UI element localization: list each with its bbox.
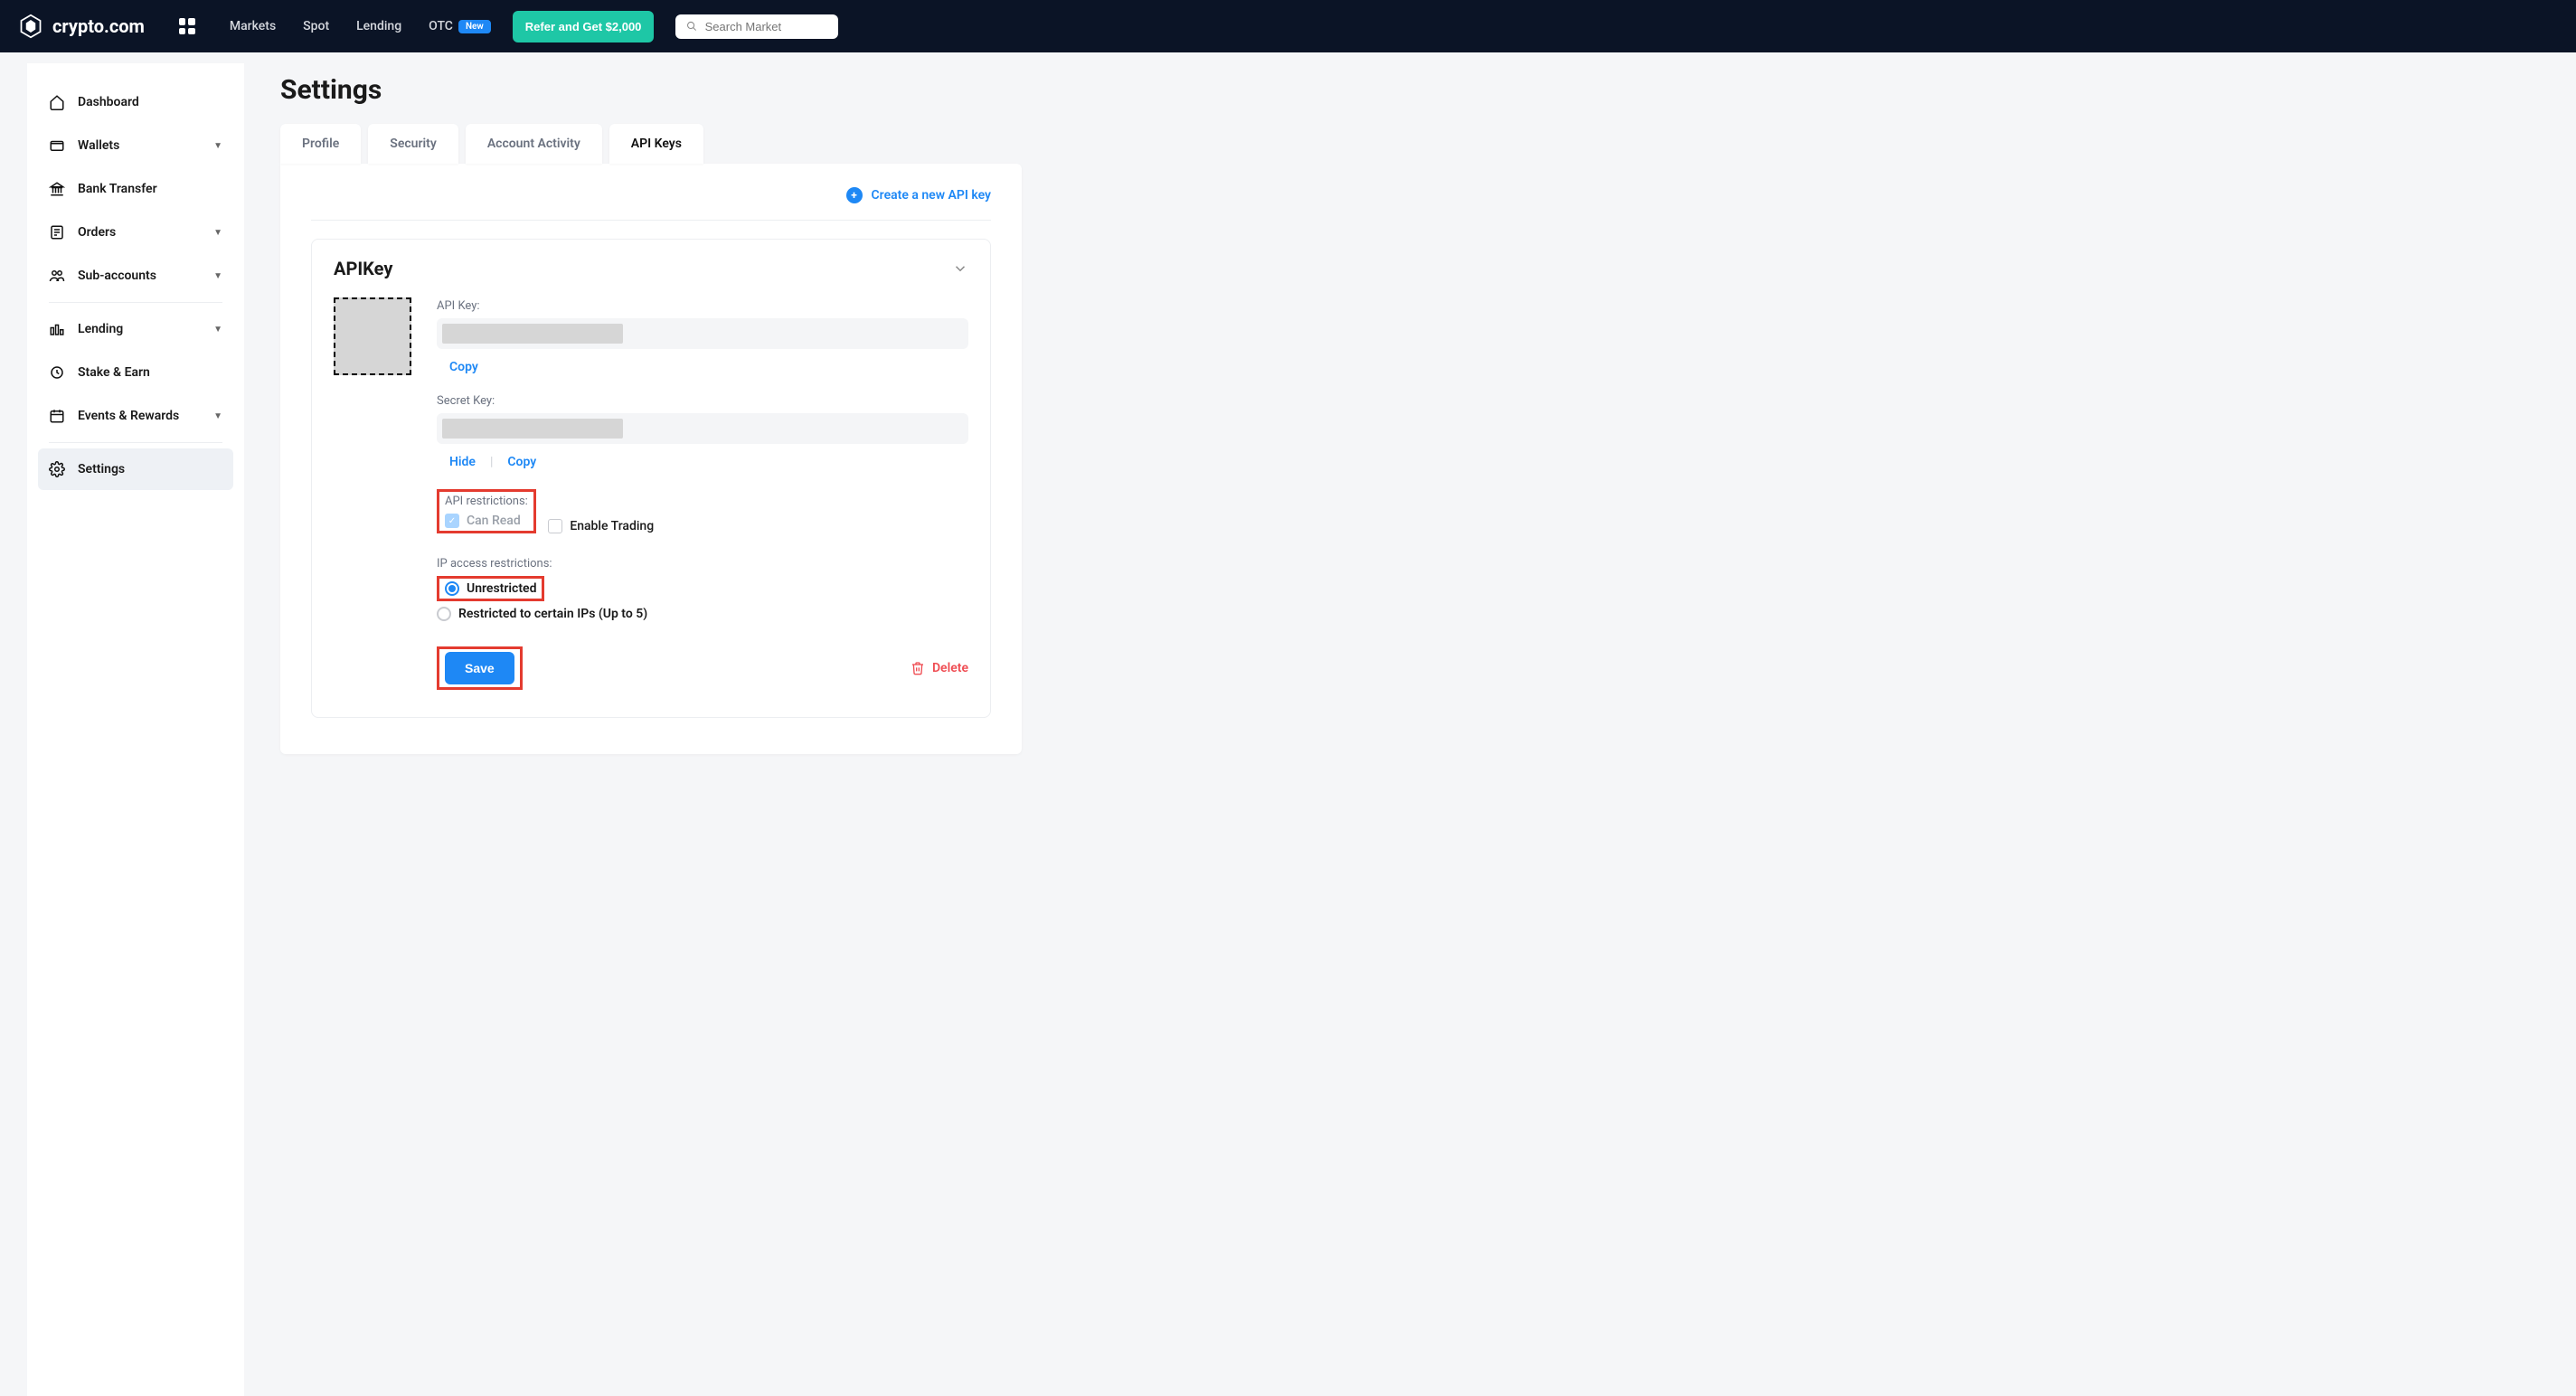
save-button[interactable]: Save [445, 652, 514, 684]
separator: | [490, 455, 493, 469]
create-api-key-link[interactable]: + Create a new API key [311, 187, 991, 221]
calendar-icon [49, 408, 65, 424]
users-icon [49, 268, 65, 284]
sidebar-label: Lending [78, 322, 123, 336]
brand-name: crypto.com [52, 15, 145, 37]
sidebar-item-bank-transfer[interactable]: Bank Transfer [38, 168, 233, 210]
sidebar-label: Orders [78, 225, 116, 240]
new-badge: New [458, 20, 491, 33]
sidebar-item-orders[interactable]: Orders ▼ [38, 212, 233, 253]
enable-trading-checkbox[interactable] [548, 519, 562, 533]
header-nav: Markets Spot Lending OTC New [230, 19, 491, 33]
copy-secret-link[interactable]: Copy [507, 455, 536, 469]
qr-code-image [334, 297, 411, 375]
chevron-down-icon: ▼ [213, 228, 222, 238]
chevron-down-icon: ▼ [213, 325, 222, 335]
lending-icon [49, 321, 65, 337]
can-read-label: Can Read [467, 514, 521, 528]
secret-key-masked-value [442, 419, 623, 439]
bank-icon [49, 181, 65, 197]
sidebar-label: Stake & Earn [78, 365, 150, 380]
nav-spot[interactable]: Spot [303, 19, 329, 33]
api-keys-panel: + Create a new API key APIKey API Key: [280, 164, 1022, 754]
sidebar-label: Events & Rewards [78, 409, 179, 423]
api-key-masked-value [442, 324, 623, 344]
top-bar: crypto.com Markets Spot Lending OTC New … [0, 0, 2576, 52]
sidebar-item-stake[interactable]: Stake & Earn [38, 352, 233, 393]
tab-security[interactable]: Security [368, 124, 458, 164]
hide-secret-link[interactable]: Hide [449, 455, 476, 469]
sidebar-item-subaccounts[interactable]: Sub-accounts ▼ [38, 255, 233, 297]
unrestricted-highlight: Unrestricted [437, 576, 544, 601]
crypto-logo-icon [18, 14, 43, 39]
search-input[interactable] [705, 20, 828, 33]
wallet-icon [49, 137, 65, 154]
sidebar-item-events[interactable]: Events & Rewards ▼ [38, 395, 233, 437]
sidebar-item-settings[interactable]: Settings [38, 448, 233, 490]
sidebar-label: Sub-accounts [78, 269, 156, 283]
api-restrictions-highlight: API restrictions: ✓ Can Read [437, 489, 536, 533]
delete-api-key-link[interactable]: Delete [911, 661, 968, 675]
ip-restrictions-label: IP access restrictions: [437, 557, 968, 571]
nav-markets[interactable]: Markets [230, 19, 276, 33]
sidebar: Dashboard Wallets ▼ Bank Transfer Orders… [27, 63, 244, 1396]
tab-profile[interactable]: Profile [280, 124, 361, 164]
sidebar-label: Wallets [78, 138, 119, 153]
brand-logo[interactable]: crypto.com [18, 14, 145, 39]
api-key-value-row [437, 318, 968, 349]
copy-api-key-link[interactable]: Copy [449, 360, 478, 374]
api-key-card: APIKey API Key: Copy Secret Key: [311, 239, 991, 718]
nav-lending[interactable]: Lending [356, 19, 401, 33]
tab-account-activity[interactable]: Account Activity [466, 124, 602, 164]
delete-label: Delete [932, 661, 968, 675]
home-icon [49, 94, 65, 110]
nav-otc-label: OTC [429, 19, 453, 33]
refer-cta-button[interactable]: Refer and Get $2,000 [513, 11, 655, 42]
enable-trading-label: Enable Trading [570, 519, 654, 533]
api-key-card-title: APIKey [334, 258, 392, 279]
nav-otc[interactable]: OTC New [429, 19, 491, 33]
restricted-label: Restricted to certain IPs (Up to 5) [458, 607, 647, 621]
save-highlight: Save [437, 646, 523, 690]
settings-tabs: Profile Security Account Activity API Ke… [280, 124, 1022, 164]
plus-circle-icon: + [846, 187, 863, 203]
create-label: Create a new API key [872, 188, 991, 203]
tab-api-keys[interactable]: API Keys [609, 124, 703, 164]
piggy-icon [49, 364, 65, 381]
orders-icon [49, 224, 65, 241]
unrestricted-radio[interactable] [445, 581, 459, 596]
chevron-down-icon: ▼ [213, 411, 222, 421]
apps-grid-icon[interactable] [179, 18, 195, 34]
content-area: Settings Profile Security Account Activi… [244, 52, 1058, 1396]
sidebar-item-wallets[interactable]: Wallets ▼ [38, 125, 233, 166]
sidebar-label: Dashboard [78, 95, 139, 109]
api-key-label: API Key: [437, 299, 968, 313]
chevron-down-icon: ▼ [213, 271, 222, 281]
sidebar-item-dashboard[interactable]: Dashboard [38, 81, 233, 123]
can-read-checkbox[interactable]: ✓ [445, 514, 459, 528]
sidebar-label: Settings [78, 462, 125, 476]
trash-icon [911, 661, 925, 675]
secret-key-label: Secret Key: [437, 394, 968, 408]
restricted-radio[interactable] [437, 607, 451, 621]
chevron-down-icon: ▼ [213, 141, 222, 151]
search-market[interactable] [675, 14, 838, 39]
gear-icon [49, 461, 65, 477]
search-icon [686, 20, 697, 33]
chevron-down-icon[interactable] [952, 260, 968, 277]
api-restrictions-label: API restrictions: [445, 495, 528, 508]
sidebar-item-lending[interactable]: Lending ▼ [38, 308, 233, 350]
page-title: Settings [280, 74, 1022, 106]
unrestricted-label: Unrestricted [467, 581, 536, 596]
sidebar-label: Bank Transfer [78, 182, 157, 196]
secret-key-value-row [437, 413, 968, 444]
